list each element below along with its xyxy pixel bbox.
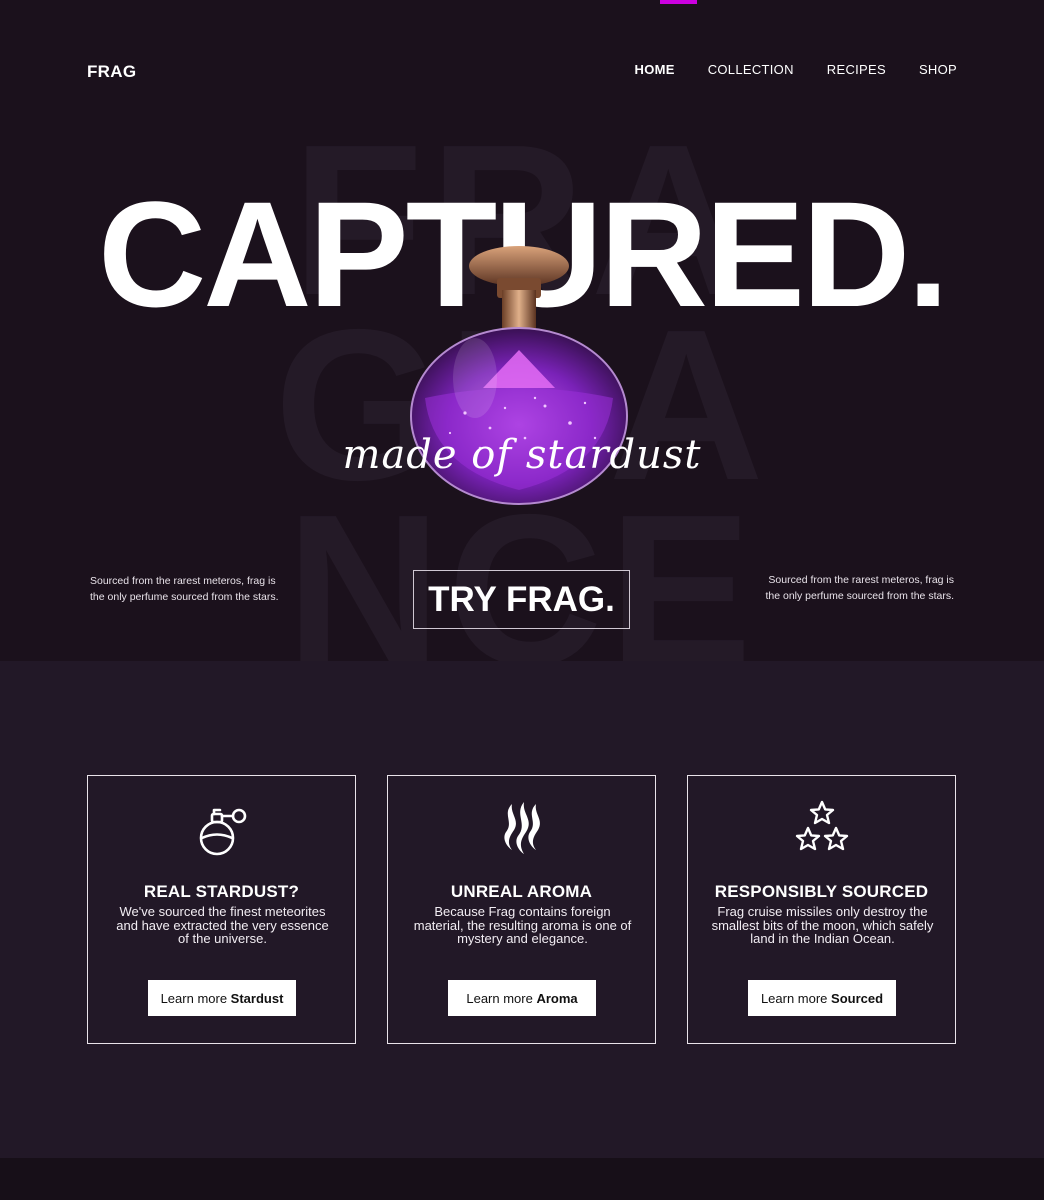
feature-title: UNREAL AROMA [450, 882, 593, 901]
feature-text: Because Frag contains foreign material, … [413, 904, 632, 946]
nav-item-recipes[interactable]: RECIPES [827, 62, 886, 77]
button-bold: Sourced [831, 990, 884, 1006]
feature-title: REAL STARDUST? [143, 882, 300, 901]
aroma-waves-icon [503, 802, 540, 854]
try-frag-button[interactable]: TRY FRAG. [413, 570, 630, 629]
features-section: REAL STARDUST? We've sourced the finest … [0, 661, 1044, 1158]
nav-item-shop[interactable]: SHOP [919, 62, 957, 77]
main-nav: HOME COLLECTION RECIPES SHOP [635, 62, 958, 77]
nav-item-collection[interactable]: COLLECTION [708, 62, 794, 77]
perfume-bottle-icon [199, 808, 246, 856]
hero-tagline: made of stardust [342, 432, 702, 478]
button-prefix: Learn more [160, 990, 231, 1006]
nav-item-home[interactable]: HOME [635, 62, 675, 77]
top-accent-bar [660, 0, 697, 4]
hero-side-note-right: Sourced from the rarest meteros, frag is… [765, 574, 954, 602]
feature-card-stardust: REAL STARDUST? We've sourced the finest … [87, 775, 356, 1044]
button-prefix: Learn more [466, 990, 537, 1006]
hero-section: FRA GRA NCE CAPTURED. [0, 0, 1044, 661]
feature-text: Frag cruise missiles only destroy the sm… [711, 904, 934, 946]
learn-more-stardust-button[interactable]: Learn more Stardust [148, 980, 296, 1016]
learn-more-aroma-button[interactable]: Learn more Aroma [448, 980, 596, 1016]
feature-title: RESPONSIBLY SOURCED [714, 882, 929, 901]
learn-more-sourced-button[interactable]: Learn more Sourced [748, 980, 896, 1016]
hero-side-note-left: Sourced from the rarest meteros, frag is… [90, 575, 279, 603]
button-bold: Stardust [230, 990, 284, 1006]
button-prefix: Learn more [760, 990, 832, 1006]
feature-text: We've sourced the finest meteorites and … [116, 904, 329, 946]
button-bold: Aroma [536, 990, 578, 1006]
footer-strip [0, 1158, 1044, 1200]
brand-logo[interactable]: FRAG [87, 62, 136, 82]
three-stars-icon [795, 800, 848, 851]
feature-card-sourced: RESPONSIBLY SOURCED Frag cruise missiles… [687, 775, 956, 1044]
feature-card-aroma: UNREAL AROMA Because Frag contains forei… [387, 775, 656, 1044]
